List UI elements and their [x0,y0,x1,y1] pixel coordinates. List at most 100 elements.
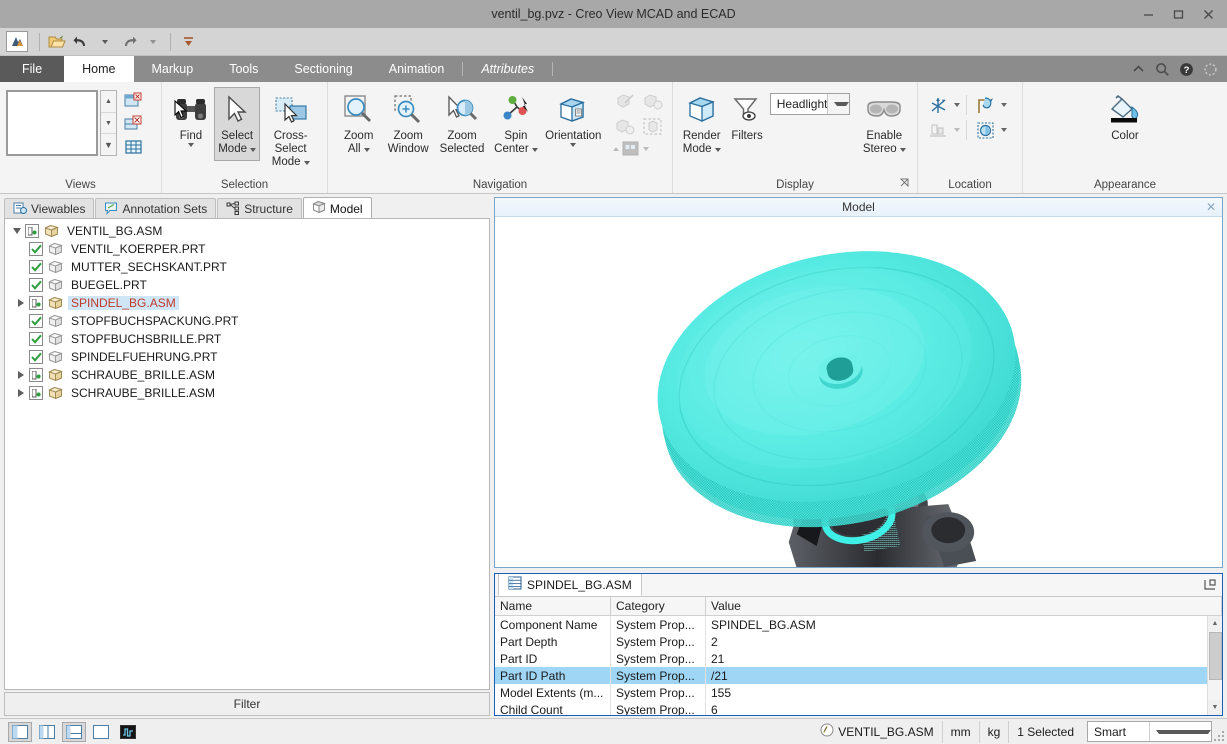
tree-row[interactable]: SCHRAUBE_BRILLE.ASM [5,366,489,384]
cross-select-dropdown-arrow[interactable] [304,161,310,165]
view-scroll-up[interactable]: ▲ [101,91,116,112]
tab-home[interactable]: Home [64,56,133,82]
undo-dropdown[interactable] [94,31,116,53]
select-mode-dropdown-arrow[interactable] [250,148,256,152]
status-mass-unit[interactable]: kg [979,721,1009,743]
tab-tools[interactable]: Tools [211,56,276,82]
undo-button[interactable] [70,31,92,53]
lighting-select[interactable]: Headlight [770,93,850,115]
render-mode-dropdown-arrow[interactable] [715,148,721,152]
tree-row[interactable]: VENTIL_BG.ASM [5,222,489,240]
find-button[interactable]: Find [168,87,214,161]
tree-row-selected[interactable]: SPINDEL_BG.ASM [5,294,489,312]
tree-row[interactable]: SCHRAUBE_BRILLE.ASM [5,384,489,402]
filters-button[interactable]: Filters [724,87,769,161]
properties-vertical-scrollbar[interactable]: ▲ ▼ [1207,616,1222,715]
restore-layout-icon[interactable] [1202,577,1217,592]
pin-ribbon-icon[interactable] [1201,60,1219,78]
tree-row[interactable]: VENTIL_KOERPER.PRT [5,240,489,258]
view-state-dropdown-arrow[interactable] [643,147,649,151]
properties-row[interactable]: Component Name System Prop... SPINDEL_BG… [495,616,1207,633]
expander-closed-icon[interactable] [13,385,29,401]
stereo-dropdown-arrow[interactable] [900,148,906,152]
cross-select-mode-button[interactable]: Cross-Select Mode [260,87,321,169]
align-icon[interactable] [973,93,999,117]
view-scroll-spinner[interactable]: ▲ ▼ ▼ [100,90,117,156]
select-mode-dropdown[interactable]: Smart [1087,721,1212,742]
scroll-up-arrow[interactable]: ▲ [1208,616,1223,631]
tab-file[interactable]: File [0,56,64,82]
collapse-ribbon-icon[interactable] [1129,60,1147,78]
open-button[interactable] [46,31,68,53]
tab-animation[interactable]: Animation [371,56,463,82]
align-dropdown-arrow[interactable] [1001,103,1007,107]
tree-row[interactable]: MUTTER_SECHSKANT.PRT [5,258,489,276]
move-axes-icon[interactable] [926,93,952,117]
sidebar-tab-viewables[interactable]: Viewables [4,198,94,219]
color-button[interactable]: Color [1097,87,1153,161]
visibility-checkbox[interactable] [29,332,43,346]
filter-bar[interactable]: Filter [4,692,490,716]
properties-row[interactable]: Part ID System Prop... 21 [495,650,1207,667]
tree-row[interactable]: BUEGEL.PRT [5,276,489,294]
viewport-canvas[interactable] [495,217,1222,567]
spin-center-dropdown-arrow[interactable] [532,148,538,152]
visibility-checkbox[interactable] [29,350,43,364]
tree-row[interactable]: SPINDELFUEHRUNG.PRT [5,348,489,366]
zoom-all-dropdown-arrow[interactable] [364,148,370,152]
layout-graph-pane-button[interactable] [116,722,140,742]
properties-row[interactable]: Child Count System Prop... 6 [495,701,1207,716]
scroll-thumb[interactable] [1209,632,1222,680]
view-scroll-more[interactable]: ▼ [101,133,116,155]
view-state-icon[interactable] [621,139,641,158]
properties-tab[interactable]: SPINDEL_BG.ASM [498,573,642,596]
find-dropdown-arrow[interactable] [188,143,194,147]
view-thumbnail-preview[interactable] [6,90,98,156]
visibility-checkbox-partial[interactable] [29,368,43,382]
tab-markup[interactable]: Markup [134,56,212,82]
lighting-select-arrow[interactable] [827,94,848,114]
redo-dropdown[interactable] [142,31,164,53]
expander-closed-icon[interactable] [13,367,29,383]
transform-dropdown-arrow[interactable] [1001,128,1007,132]
tree-row[interactable]: STOPFBUCHSPACKUNG.PRT [5,312,489,330]
creo-view-app-icon[interactable] [6,31,28,52]
model-tree[interactable]: VENTIL_BG.ASM VENTIL_KOERPER.PRT [4,218,490,690]
visibility-checkbox-partial[interactable] [29,386,43,400]
orientation-button[interactable]: Orientation [541,87,606,161]
redo-button[interactable] [118,31,140,53]
layout-two-pane-button[interactable] [35,722,59,742]
add-view-icon[interactable] [122,90,144,111]
move-axes-dropdown-arrow[interactable] [954,103,960,107]
tree-row[interactable]: STOPFBUCHSBRILLE.PRT [5,330,489,348]
sidebar-tab-structure[interactable]: Structure [217,198,302,219]
sidebar-tab-model[interactable]: Model [303,197,372,219]
visibility-checkbox[interactable] [29,260,43,274]
visibility-checkbox[interactable] [29,242,43,256]
minimize-button[interactable] [1133,1,1163,27]
hide-part-icon[interactable] [640,89,666,113]
stack-icon[interactable] [926,118,952,142]
properties-row[interactable]: Part Depth System Prop... 2 [495,633,1207,650]
column-header-name[interactable]: Name [495,597,611,615]
orientation-dropdown-arrow[interactable] [570,143,576,147]
maximize-button[interactable] [1163,1,1193,27]
visibility-checkbox-partial[interactable] [25,224,39,238]
update-view-icon[interactable] [122,113,144,134]
spin-center-button[interactable]: Spin Center [491,87,540,161]
layout-horizontal-split-button[interactable] [62,722,86,742]
transform-icon[interactable] [973,118,999,142]
pick-part-icon[interactable] [612,89,638,113]
column-header-category[interactable]: Category [611,597,706,615]
scroll-down-arrow[interactable]: ▼ [1208,700,1223,715]
tab-sectioning[interactable]: Sectioning [276,56,370,82]
render-mode-button[interactable]: Render Mode [679,87,724,161]
layout-full-button[interactable] [89,722,113,742]
select-mode-dropdown-arrow[interactable] [1149,722,1211,741]
status-length-unit[interactable]: mm [942,721,979,743]
visibility-checkbox[interactable] [29,278,43,292]
stack-dropdown-arrow[interactable] [954,128,960,132]
zoom-selected-button[interactable]: Zoom Selected [433,87,491,161]
sidebar-tab-annotation-sets[interactable]: Annotation Sets [95,198,216,219]
help-icon[interactable]: ? [1177,60,1195,78]
